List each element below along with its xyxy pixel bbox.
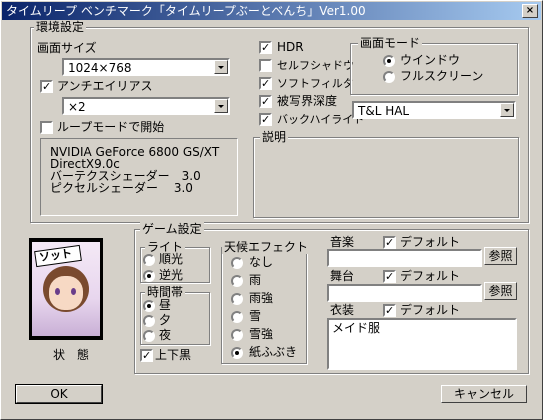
chevron-down-icon[interactable] — [214, 99, 228, 113]
music-path-field[interactable] — [327, 249, 482, 267]
letterbox-checkbox[interactable]: ✓ — [140, 349, 153, 362]
back-highlight-checkbox[interactable]: ✓ — [259, 113, 272, 126]
hdr-checkbox[interactable]: ✓ — [259, 41, 272, 54]
screen-size-value: 1024×768 — [68, 61, 132, 75]
weather-confetti-label: 紙ふぶき — [249, 345, 298, 359]
depth-of-field-label: 被写界深度 — [277, 94, 338, 108]
screen-mode-legend: 画面モード — [358, 36, 423, 50]
close-button[interactable]: × — [522, 4, 538, 18]
device-select[interactable]: T&L HAL — [352, 101, 516, 119]
letterbox-label: 上下黒 — [155, 348, 192, 362]
back-light-radio[interactable] — [143, 270, 155, 282]
time-evening-label: 夕 — [159, 313, 172, 327]
loop-mode-label: ループモードで開始 — [57, 120, 165, 134]
costume-list[interactable]: メイド服 — [327, 318, 517, 370]
time-of-day-legend: 時間帯 — [145, 285, 186, 299]
screen-size-select[interactable]: 1024×768 — [62, 58, 230, 76]
window-title: タイムリープ ベンチマーク「タイムリープぶーとべんち」Ver1.00 — [6, 4, 366, 18]
gpu-info-line-4: ピクセルシェーダー 3.0 — [50, 181, 193, 195]
weather-none-label: なし — [249, 255, 274, 269]
game-settings-legend: ゲーム設定 — [140, 222, 204, 236]
weather-heavy-rain-label: 雨強 — [249, 291, 274, 305]
front-light-label: 順光 — [159, 252, 184, 266]
soft-filter-checkbox[interactable]: ✓ — [259, 77, 272, 90]
cancel-button[interactable]: キャンセル — [441, 385, 527, 403]
weather-heavy-snow-radio[interactable] — [231, 329, 243, 341]
weather-snow-radio[interactable] — [231, 311, 243, 323]
weather-legend: 天候エフェクト — [222, 240, 311, 254]
weather-snow-label: 雪 — [249, 309, 262, 323]
stage-label: 舞台 — [330, 269, 355, 283]
screen-size-label: 画面サイズ — [37, 41, 97, 55]
time-night-radio[interactable] — [143, 330, 155, 342]
weather-confetti-radio[interactable] — [231, 347, 243, 359]
antialias-select[interactable]: ×2 — [62, 97, 230, 115]
time-noon-label: 昼 — [159, 298, 172, 312]
music-browse-button[interactable]: 参照 — [484, 247, 517, 265]
antialias-checkbox[interactable]: ✓ — [40, 80, 53, 93]
antialias-value: ×2 — [68, 100, 86, 114]
description-legend: 説明 — [260, 130, 289, 144]
time-noon-radio[interactable] — [143, 300, 155, 312]
stage-default-checkbox[interactable]: ✓ — [383, 270, 396, 283]
self-shadow-label: セルフシャドウ — [277, 59, 354, 72]
window-mode-label: ウインドウ — [400, 53, 461, 67]
weather-rain-radio[interactable] — [231, 275, 243, 287]
character-preview-image: ソット — [29, 238, 103, 340]
front-light-radio[interactable] — [143, 254, 155, 266]
status-label: 状 態 — [53, 348, 90, 362]
weather-rain-label: 雨 — [249, 273, 262, 287]
costume-default-label: デフォルト — [400, 303, 461, 317]
music-label: 音楽 — [330, 235, 355, 249]
antialias-label: アンチエイリアス — [57, 79, 153, 93]
ok-button[interactable]: OK — [15, 384, 103, 404]
weather-none-radio[interactable] — [231, 257, 243, 269]
costume-default-checkbox[interactable]: ✓ — [383, 304, 396, 317]
music-default-label: デフォルト — [400, 235, 461, 249]
device-value: T&L HAL — [358, 104, 410, 118]
loop-mode-checkbox[interactable] — [40, 121, 53, 134]
title-bar[interactable]: タイムリープ ベンチマーク「タイムリープぶーとべんち」Ver1.00 × — [2, 2, 541, 20]
music-default-checkbox[interactable]: ✓ — [383, 236, 396, 249]
soft-filter-label: ソフトフィルタ — [277, 77, 354, 90]
weather-heavy-rain-radio[interactable] — [231, 293, 243, 305]
back-light-label: 逆光 — [159, 268, 184, 282]
costume-list-item[interactable]: メイド服 — [332, 321, 380, 335]
self-shadow-checkbox[interactable] — [259, 59, 272, 72]
weather-heavy-snow-label: 雪強 — [249, 327, 274, 341]
stage-browse-button[interactable]: 参照 — [484, 282, 517, 300]
costume-label: 衣装 — [330, 303, 355, 317]
chevron-down-icon[interactable] — [500, 103, 514, 117]
description-group — [253, 137, 519, 218]
fullscreen-mode-label: フルスクリーン — [400, 69, 484, 83]
chevron-down-icon[interactable] — [214, 60, 228, 74]
time-night-label: 夜 — [159, 328, 172, 342]
window-mode-radio[interactable] — [383, 55, 395, 67]
stage-path-field[interactable] — [327, 284, 482, 302]
fullscreen-mode-radio[interactable] — [383, 71, 395, 83]
stage-default-label: デフォルト — [400, 269, 461, 283]
env-settings-legend: 環境設定 — [34, 20, 87, 34]
hdr-label: HDR — [277, 40, 304, 54]
time-evening-radio[interactable] — [143, 315, 155, 327]
depth-of-field-checkbox[interactable]: ✓ — [259, 95, 272, 108]
